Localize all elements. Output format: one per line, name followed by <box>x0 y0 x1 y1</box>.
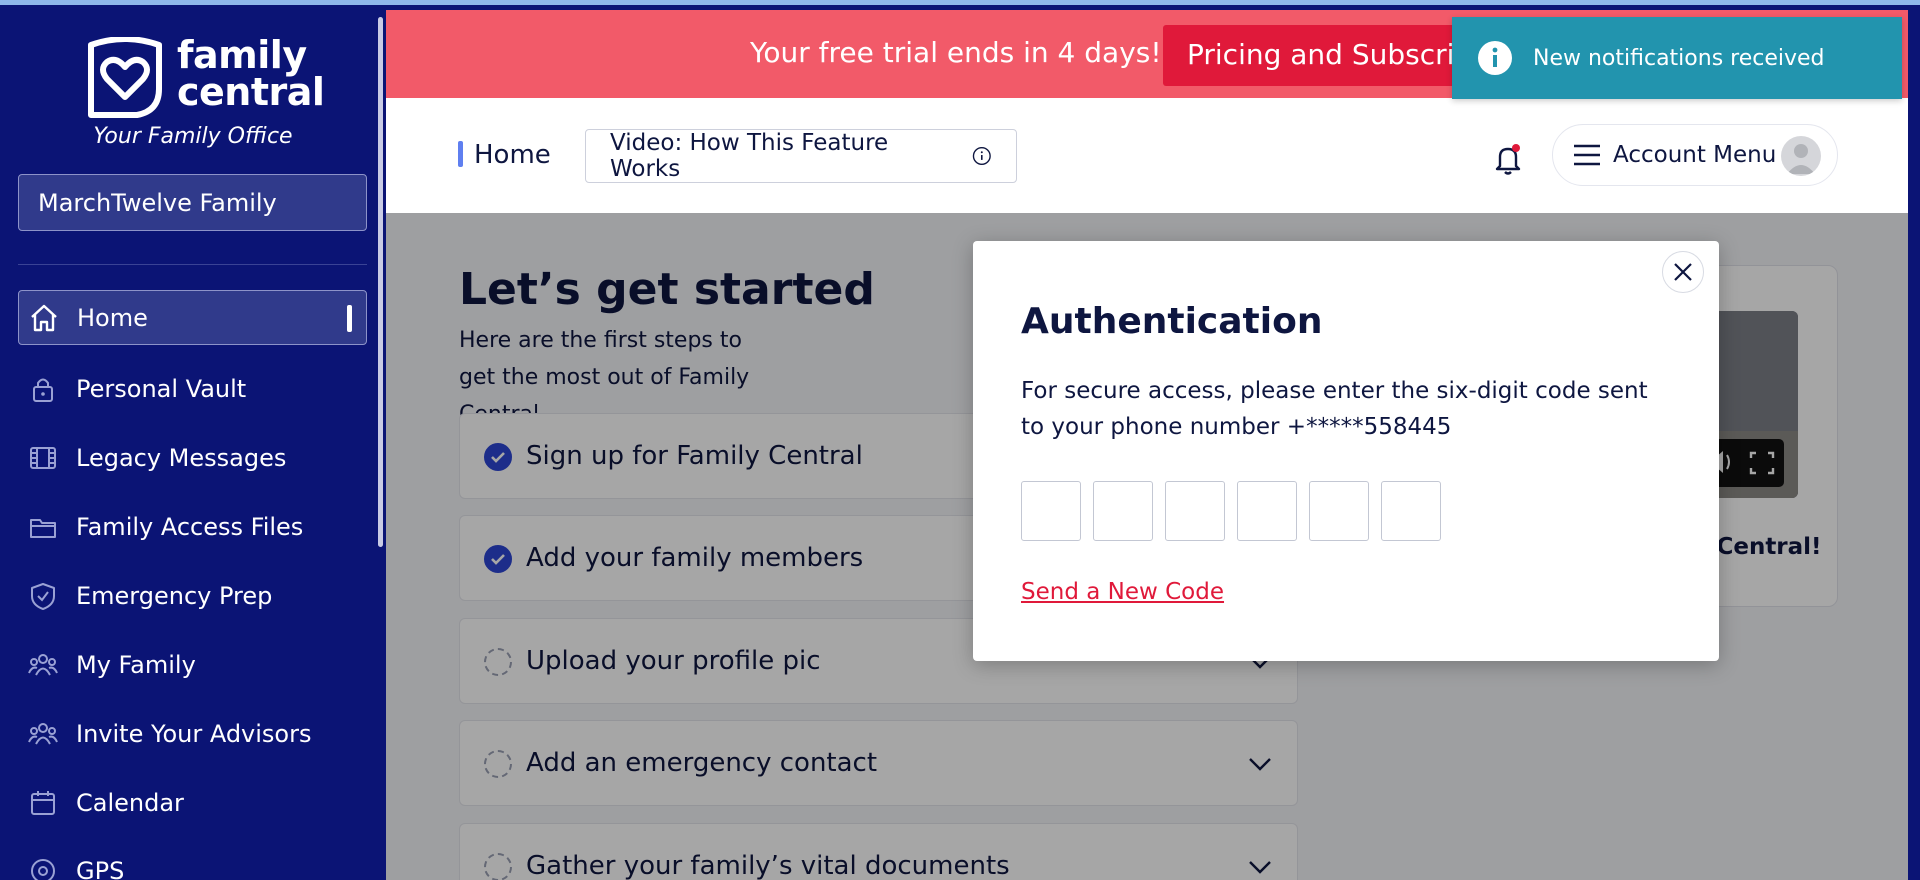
calendar-icon <box>28 788 58 818</box>
lock-icon <box>28 374 58 404</box>
sidebar-item-my-family[interactable]: My Family <box>18 637 367 692</box>
sidebar-item-gps[interactable]: GPS <box>18 843 367 880</box>
sidebar-item-label: Home <box>77 303 148 332</box>
folder-icon <box>28 512 58 542</box>
hamburger-menu-icon <box>1574 144 1600 166</box>
account-menu-button[interactable]: Account Menu <box>1552 124 1838 186</box>
sidebar-divider <box>18 264 367 265</box>
sidebar-scrollbar[interactable] <box>378 17 383 547</box>
code-digit-input[interactable] <box>1237 481 1297 541</box>
notification-bell-icon[interactable] <box>1492 142 1524 176</box>
code-digit-input[interactable] <box>1093 481 1153 541</box>
info-circle-icon <box>1478 41 1512 75</box>
home-icon <box>29 303 59 333</box>
account-menu-label: Account Menu <box>1613 142 1777 168</box>
brand-name: family central <box>177 33 325 114</box>
avatar <box>1781 136 1821 176</box>
people-icon <box>28 719 58 749</box>
sidebar: family central Your Family Office MarchT… <box>0 5 386 880</box>
notification-toast[interactable]: New notifications received <box>1452 17 1902 99</box>
sidebar-item-invite-your-advisors[interactable]: Invite Your Advisors <box>18 706 367 761</box>
brand-name-line2: central <box>177 70 325 114</box>
close-button[interactable] <box>1662 251 1704 293</box>
family-selector[interactable]: MarchTwelve Family <box>18 174 367 231</box>
pricing-button[interactable]: Pricing and Subscriptions <box>1163 25 1473 86</box>
sidebar-item-label: Family Access Files <box>76 512 304 541</box>
sidebar-item-emergency-prep[interactable]: Emergency Prep <box>18 568 367 623</box>
family-central-logo-icon <box>88 37 162 118</box>
shield-check-icon <box>28 581 58 611</box>
modal-instructions: For secure access, please enter the six-… <box>1021 378 1648 440</box>
modal-title: Authentication <box>1021 301 1323 342</box>
send-new-code-link[interactable]: Send a New Code <box>1021 579 1224 605</box>
sidebar-item-legacy-messages[interactable]: Legacy Messages <box>18 430 367 485</box>
main-area: Your free trial ends in 4 days! Pricing … <box>386 10 1908 880</box>
code-digit-input[interactable] <box>1165 481 1225 541</box>
close-icon <box>1674 263 1692 281</box>
brand-logo[interactable]: family central <box>85 33 325 119</box>
code-digit-input[interactable] <box>1381 481 1441 541</box>
code-digit-input[interactable] <box>1309 481 1369 541</box>
sidebar-item-label: Personal Vault <box>76 374 247 403</box>
sidebar-item-family-access-files[interactable]: Family Access Files <box>18 499 367 554</box>
brand-tagline: Your Family Office <box>93 124 293 149</box>
film-icon <box>28 443 58 473</box>
sidebar-item-label: Legacy Messages <box>76 443 287 472</box>
sidebar-item-label: GPS <box>76 856 125 880</box>
breadcrumb-accent <box>458 141 463 167</box>
sidebar-item-label: Emergency Prep <box>76 581 273 610</box>
info-icon <box>973 146 992 166</box>
verification-code-inputs <box>1021 481 1453 541</box>
people-icon <box>28 650 58 680</box>
sidebar-item-home[interactable]: Home <box>18 290 367 345</box>
video-how-it-works-button[interactable]: Video: How This Feature Works <box>585 129 1017 183</box>
toast-message: New notifications received <box>1533 45 1825 71</box>
sidebar-item-personal-vault[interactable]: Personal Vault <box>18 361 367 416</box>
breadcrumb: Home <box>474 140 551 170</box>
code-digit-input[interactable] <box>1021 481 1081 541</box>
sidebar-item-label: Calendar <box>76 788 184 817</box>
sidebar-item-label: My Family <box>76 650 196 679</box>
authentication-modal: Authentication For secure access, please… <box>973 241 1719 661</box>
video-button-label: Video: How This Feature Works <box>610 130 889 182</box>
page-header: Home Video: How This Feature Works Accou… <box>386 98 1908 213</box>
sidebar-item-label: Invite Your Advisors <box>76 719 312 748</box>
trial-banner-text: Your free trial ends in 4 days! <box>750 36 1162 69</box>
brand-name-line1: family <box>177 33 307 77</box>
sidebar-item-calendar[interactable]: Calendar <box>18 775 367 830</box>
location-pin-icon <box>28 856 58 880</box>
